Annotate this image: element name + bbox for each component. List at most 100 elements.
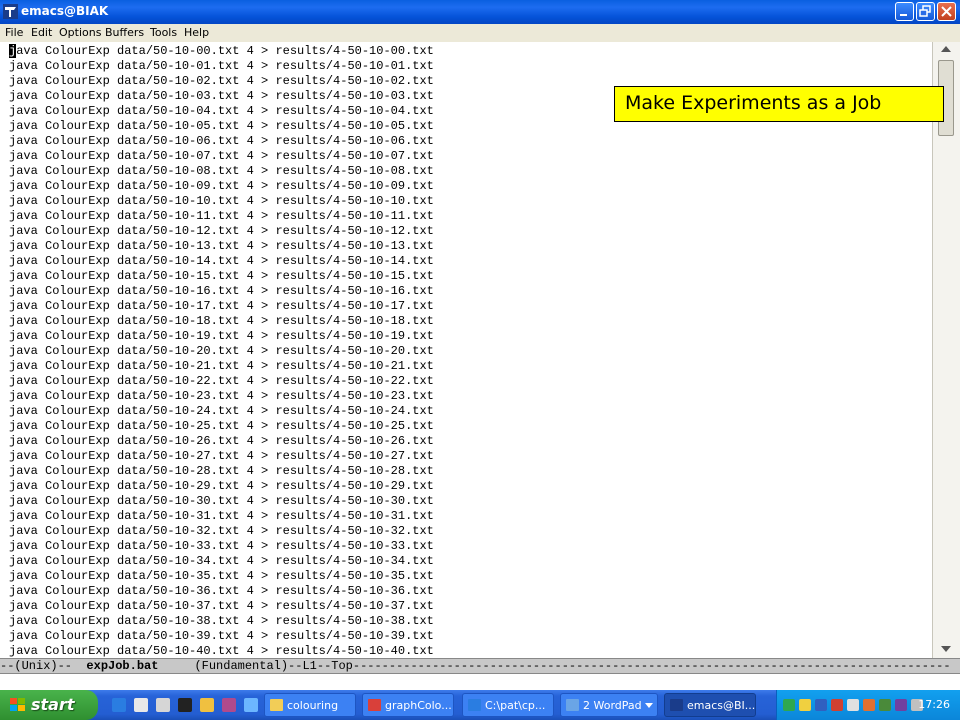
buffer-line: java ColourExp data/50-10-30.txt 4 > res… xyxy=(9,494,434,508)
menu-edit[interactable]: Edit xyxy=(31,26,52,39)
acrobat-icon[interactable] xyxy=(831,699,843,711)
chevron-down-icon xyxy=(645,703,653,708)
restore-icon xyxy=(919,5,931,17)
buffer-line: java ColourExp data/50-10-12.txt 4 > res… xyxy=(9,224,434,238)
close-icon xyxy=(941,6,952,17)
buffer-line: java ColourExp data/50-10-03.txt 4 > res… xyxy=(9,89,434,103)
folder-icon xyxy=(270,699,283,711)
task-graphcolo[interactable]: graphColo... xyxy=(362,693,454,717)
ie-icon xyxy=(468,699,481,711)
mode-line: --(Unix)-- expJob.bat (Fundamental)--L1-… xyxy=(0,658,960,674)
menu-file[interactable]: File xyxy=(5,26,23,39)
buffer-line: java ColourExp data/50-10-37.txt 4 > res… xyxy=(9,599,434,613)
buffer-line: java ColourExp data/50-10-06.txt 4 > res… xyxy=(9,134,434,148)
buffer-line: java ColourExp data/50-10-09.txt 4 > res… xyxy=(9,179,434,193)
menu-options[interactable]: Options xyxy=(59,26,101,39)
menu-bar: File Edit Options Buffers Tools Help xyxy=(0,24,960,42)
buffer-line: java ColourExp data/50-10-16.txt 4 > res… xyxy=(9,284,434,298)
scroll-down-icon[interactable] xyxy=(941,646,951,652)
buffer-line: java ColourExp data/50-10-38.txt 4 > res… xyxy=(9,614,434,628)
buffer-line: java ColourExp data/50-10-21.txt 4 > res… xyxy=(9,359,434,373)
buffer-line: java ColourExp data/50-10-31.txt 4 > res… xyxy=(9,509,434,523)
emacs-app-icon xyxy=(3,4,18,19)
buffer-line: java ColourExp data/50-10-26.txt 4 > res… xyxy=(9,434,434,448)
modeline-filename: expJob.bat xyxy=(86,659,159,673)
clock: 17:26 xyxy=(918,698,950,711)
speaker-icon[interactable] xyxy=(895,699,907,711)
buffer-line: java ColourExp data/50-10-28.txt 4 > res… xyxy=(9,464,434,478)
paint-quicklaunch-icon[interactable] xyxy=(222,698,236,712)
menu-help[interactable]: Help xyxy=(184,26,209,39)
taskbar: start colouring graphColo... C:\pat\cp..… xyxy=(0,690,960,720)
window-title: emacs@BIAK xyxy=(21,4,109,18)
text-cursor: j xyxy=(9,44,17,58)
minimize-icon xyxy=(900,14,907,16)
editor-buffer[interactable]: java ColourExp data/50-10-00.txt 4 > res… xyxy=(0,42,932,658)
buffer-line: java ColourExp data/50-10-18.txt 4 > res… xyxy=(9,314,434,328)
buffer-line: java ColourExp data/50-10-24.txt 4 > res… xyxy=(9,404,434,418)
burst-icon[interactable] xyxy=(863,699,875,711)
annotation-text: Make Experiments as a Job xyxy=(625,92,882,114)
document-icon xyxy=(368,699,381,711)
ie-quicklaunch-icon[interactable] xyxy=(112,698,126,712)
close-button[interactable] xyxy=(937,2,956,21)
buffer-line: java ColourExp data/50-10-05.txt 4 > res… xyxy=(9,119,434,133)
printer-icon[interactable] xyxy=(847,699,859,711)
buffer-line: java ColourExp data/50-10-17.txt 4 > res… xyxy=(9,299,434,313)
task-colouring[interactable]: colouring xyxy=(264,693,356,717)
buffer-line: java ColourExp data/50-10-01.txt 4 > res… xyxy=(9,59,434,73)
restore-button[interactable] xyxy=(916,2,935,21)
buffer-line: java ColourExp data/50-10-07.txt 4 > res… xyxy=(9,149,434,163)
windows-logo-icon xyxy=(10,698,26,712)
buffer-line: java ColourExp data/50-10-22.txt 4 > res… xyxy=(9,374,434,388)
buffer-line: java ColourExp data/50-10-29.txt 4 > res… xyxy=(9,479,434,493)
folder-quicklaunch-icon[interactable] xyxy=(200,698,214,712)
buffer-line: java ColourExp data/50-10-33.txt 4 > res… xyxy=(9,539,434,553)
start-button[interactable]: start xyxy=(0,690,98,720)
start-label: start xyxy=(31,695,75,714)
task-wordpad[interactable]: 2 WordPad xyxy=(560,693,658,717)
buffer-text[interactable]: java ColourExp data/50-10-00.txt 4 > res… xyxy=(9,44,434,658)
buffer-line: java ColourExp data/50-10-20.txt 4 > res… xyxy=(9,344,434,358)
buffer-line: java ColourExp data/50-10-11.txt 4 > res… xyxy=(9,209,434,223)
window-titlebar[interactable]: emacs@BIAK xyxy=(0,0,960,24)
minimize-button[interactable] xyxy=(895,2,914,21)
explorer-quicklaunch-icon[interactable] xyxy=(244,698,258,712)
buffer-line: java ColourExp data/50-10-14.txt 4 > res… xyxy=(9,254,434,268)
buffer-line: java ColourExp data/50-10-04.txt 4 > res… xyxy=(9,104,434,118)
task-c-pat-cp[interactable]: C:\pat\cp... xyxy=(462,693,554,717)
buffer-line: java ColourExp data/50-10-36.txt 4 > res… xyxy=(9,584,434,598)
buffer-line: java ColourExp data/50-10-25.txt 4 > res… xyxy=(9,419,434,433)
modeline-status: (Fundamental)--L1--Top------------------… xyxy=(158,659,951,673)
modeline-prefix: --(Unix)-- xyxy=(0,659,87,673)
menu-tools[interactable]: Tools xyxy=(150,26,177,39)
emacs-icon xyxy=(670,699,683,711)
buffer-line: java ColourExp data/50-10-32.txt 4 > res… xyxy=(9,524,434,538)
buffer-line: java ColourExp data/50-10-10.txt 4 > res… xyxy=(9,194,434,208)
outlook-quicklaunch-icon[interactable] xyxy=(134,698,148,712)
buffer-line: java ColourExp data/50-10-23.txt 4 > res… xyxy=(9,389,434,403)
menu-buffers[interactable]: Buffers xyxy=(105,26,144,39)
shield-icon[interactable] xyxy=(799,699,811,711)
buffer-line: java ColourExp data/50-10-27.txt 4 > res… xyxy=(9,449,434,463)
network-icon[interactable] xyxy=(815,699,827,711)
buffer-line: java ColourExp data/50-10-34.txt 4 > res… xyxy=(9,554,434,568)
vertical-scrollbar[interactable] xyxy=(932,42,960,658)
buffer-line: java ColourExp data/50-10-15.txt 4 > res… xyxy=(9,269,434,283)
buffer-line: java ColourExp data/50-10-39.txt 4 > res… xyxy=(9,629,434,643)
desktop-quicklaunch-icon[interactable] xyxy=(156,698,170,712)
monitor-icon[interactable] xyxy=(879,699,891,711)
buffer-line: java ColourExp data/50-10-19.txt 4 > res… xyxy=(9,329,434,343)
buffer-line: java ColourExp data/50-10-13.txt 4 > res… xyxy=(9,239,434,253)
cmd-quicklaunch-icon[interactable] xyxy=(178,698,192,712)
chevron-left-icon[interactable] xyxy=(783,699,795,711)
buffer-line: java ColourExp data/50-10-35.txt 4 > res… xyxy=(9,569,434,583)
annotation-box: Make Experiments as a Job xyxy=(614,86,944,122)
buffer-line: java ColourExp data/50-10-08.txt 4 > res… xyxy=(9,164,434,178)
buffer-line: java ColourExp data/50-10-40.txt 4 > res… xyxy=(9,644,434,658)
scroll-up-icon[interactable] xyxy=(941,46,951,52)
buffer-line: java ColourExp data/50-10-02.txt 4 > res… xyxy=(9,74,434,88)
buffer-line: java ColourExp data/50-10-00.txt 4 > res… xyxy=(9,44,434,58)
task-emacs[interactable]: emacs@BI... xyxy=(664,693,756,717)
echo-area[interactable] xyxy=(0,674,960,690)
